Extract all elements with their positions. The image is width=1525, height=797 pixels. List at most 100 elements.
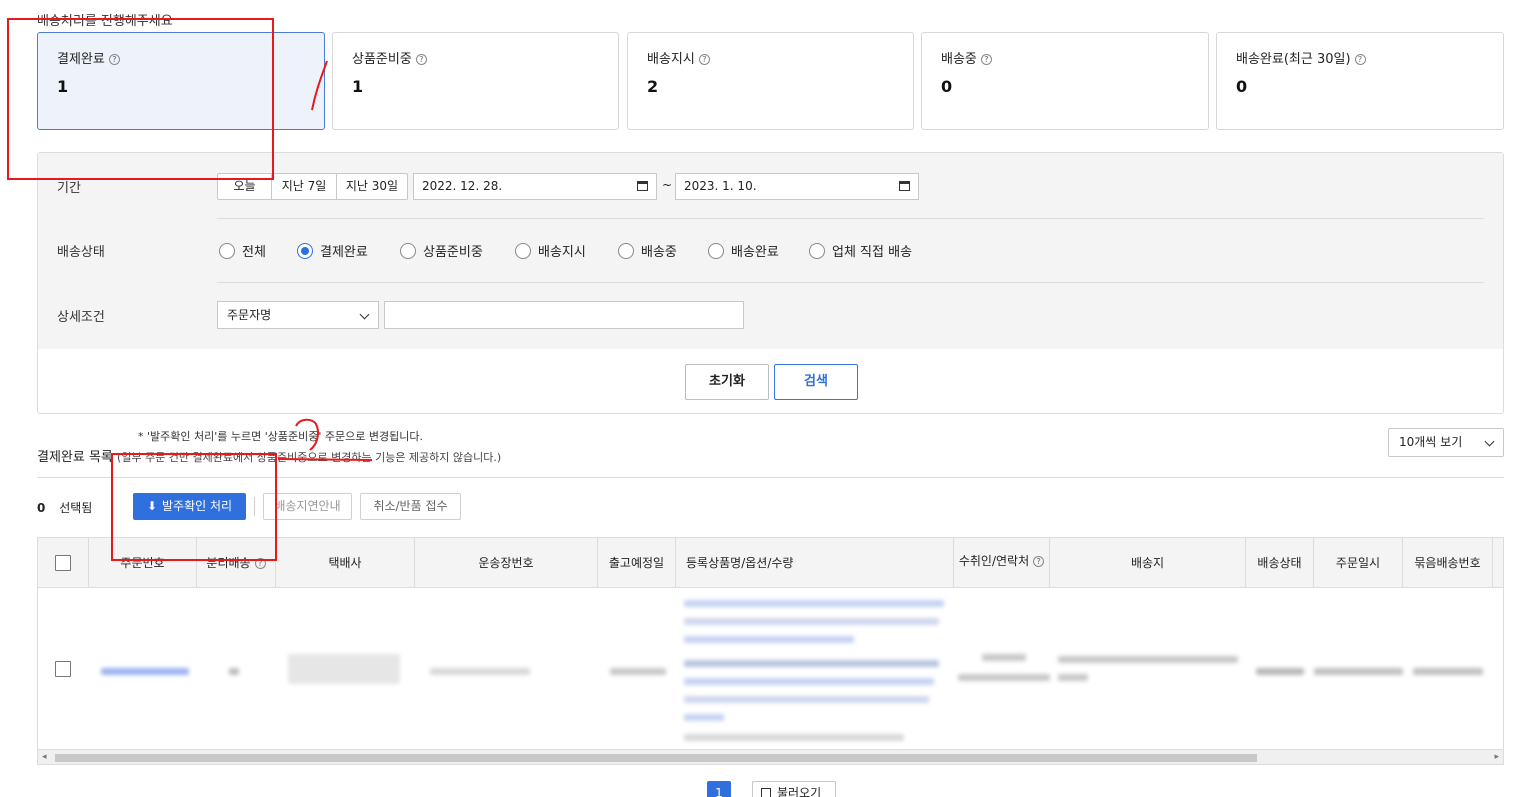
help-icon[interactable]: ? xyxy=(698,54,710,65)
stat-card-in-transit[interactable]: 배송중? 0 xyxy=(921,32,1209,130)
help-icon[interactable]: ? xyxy=(1033,556,1045,567)
detail-label: 상세조건 xyxy=(57,310,105,325)
chevron-down-icon xyxy=(1484,436,1495,447)
bundle-number-value xyxy=(1413,668,1483,675)
radio-label: 전체 xyxy=(242,245,266,260)
stat-value: 0 xyxy=(1236,77,1248,96)
select-all-checkbox[interactable] xyxy=(55,555,71,571)
stat-label: 배송지시 xyxy=(647,52,695,67)
scroll-left-icon[interactable]: ◂ xyxy=(42,752,47,762)
column-header[interactable]: 배송상태 xyxy=(1246,538,1314,588)
stat-card-shipping-instructed[interactable]: 배송지시? 2 xyxy=(627,32,914,130)
column-header[interactable]: 수취인/연락처? xyxy=(954,538,1050,588)
help-icon[interactable]: ? xyxy=(1354,54,1366,65)
stat-card-preparing[interactable]: 상품준비중? 1 xyxy=(332,32,619,130)
status-radio-payment-complete[interactable]: 결제완료 xyxy=(297,241,368,260)
product-line xyxy=(684,636,854,643)
detail-select-value: 주문자명 xyxy=(227,308,272,322)
filter-area: 기간 오늘 지난 7일 지난 30일 2022. 12. 28. ~ 2023.… xyxy=(38,153,1503,349)
column-header[interactable]: 운송장번호 xyxy=(415,538,598,588)
period-7days-button[interactable]: 지난 7일 xyxy=(272,174,337,199)
help-icon[interactable]: ? xyxy=(415,54,427,65)
radio-button[interactable] xyxy=(708,242,724,259)
radio-label: 배송지시 xyxy=(538,245,586,260)
radio-button[interactable] xyxy=(515,242,531,259)
reload-label: 불러오기 xyxy=(777,786,822,797)
cancel-return-button[interactable]: 취소/반품 접수 xyxy=(360,493,461,520)
radio-button[interactable] xyxy=(809,242,825,259)
detail-search-input[interactable] xyxy=(384,301,744,329)
column-header[interactable]: 등록상품명/옵션/수량 xyxy=(676,538,954,588)
per-page-select[interactable]: 10개씩 보기 xyxy=(1388,428,1504,457)
confirm-notice: * '발주확인 처리'를 누르면 '상품준비중' 주문으로 변경됩니다. xyxy=(138,430,423,443)
column-header[interactable]: 택배사 xyxy=(276,538,415,588)
status-radio-direct-delivery[interactable]: 업체 직접 배송 xyxy=(809,241,912,260)
stat-card-delivered[interactable]: 배송완료(최근 30일)? 0 xyxy=(1216,32,1504,130)
calendar-icon[interactable] xyxy=(899,181,910,191)
radio-label: 상품준비중 xyxy=(423,245,483,260)
reset-button[interactable]: 초기화 xyxy=(685,364,769,400)
column-header[interactable]: 배송지 xyxy=(1050,538,1246,588)
radio-label: 배송완료 xyxy=(731,245,779,260)
radio-button[interactable] xyxy=(219,242,235,259)
search-button[interactable]: 검색 xyxy=(774,364,858,400)
product-line xyxy=(684,660,939,667)
status-radio-shipping-instructed[interactable]: 배송지시 xyxy=(515,241,586,260)
product-line xyxy=(684,618,939,625)
address-line xyxy=(1058,674,1088,681)
date-to-value: 2023. 1. 10. xyxy=(684,179,757,193)
status-label: 배송상태 xyxy=(57,245,105,260)
column-header[interactable]: 출고예정일 xyxy=(598,538,676,588)
annotation-box xyxy=(111,453,277,561)
tracking-number-field[interactable] xyxy=(430,668,530,675)
detail-condition-select[interactable]: 주문자명 xyxy=(217,301,379,329)
filter-panel: 기간 오늘 지난 7일 지난 30일 2022. 12. 28. ~ 2023.… xyxy=(37,152,1504,414)
date-from-value: 2022. 12. 28. xyxy=(422,179,503,193)
radio-button[interactable] xyxy=(400,242,416,259)
date-to-field[interactable]: 2023. 1. 10. xyxy=(675,173,919,200)
address-line xyxy=(1058,656,1238,663)
table-row[interactable] xyxy=(38,588,1503,749)
row-checkbox[interactable] xyxy=(55,661,71,677)
status-radio-in-transit[interactable]: 배송중 xyxy=(618,241,677,260)
scrollbar-thumb[interactable] xyxy=(55,754,1257,762)
help-icon[interactable]: ? xyxy=(980,54,992,65)
period-30days-button[interactable]: 지난 30일 xyxy=(337,174,407,199)
ship-date-value xyxy=(610,668,666,675)
column-header[interactable]: 묶음배송번호 xyxy=(1403,538,1493,588)
status-radio-all[interactable]: 전체 xyxy=(219,241,266,260)
product-line xyxy=(684,678,934,685)
horizontal-scrollbar[interactable]: ◂ ▸ xyxy=(38,749,1503,764)
column-header[interactable]: 주문일시 xyxy=(1314,538,1403,588)
status-radio-delivered[interactable]: 배송완료 xyxy=(708,241,779,260)
calendar-icon[interactable] xyxy=(637,181,648,191)
courier-select[interactable] xyxy=(288,654,400,684)
date-from-field[interactable]: 2022. 12. 28. xyxy=(413,173,657,200)
stat-value: 2 xyxy=(647,77,659,96)
reload-icon xyxy=(761,788,771,797)
date-range-tilde: ~ xyxy=(662,178,673,192)
radio-button[interactable] xyxy=(618,242,634,259)
list-title-text: 결제완료 목록 xyxy=(37,450,113,465)
selected-count-label: 선택됨 xyxy=(59,501,93,515)
reload-button[interactable]: 불러오기 xyxy=(752,781,836,797)
radio-label: 배송중 xyxy=(641,245,677,260)
radio-button[interactable] xyxy=(297,242,313,259)
header-checkbox-cell xyxy=(38,538,89,588)
pagination-current-page[interactable]: 1 xyxy=(707,781,731,797)
scroll-right-icon[interactable]: ▸ xyxy=(1494,752,1499,762)
product-line xyxy=(684,696,929,703)
column-header-label: 수취인/연락처 xyxy=(958,554,1030,568)
order-datetime-value xyxy=(1314,668,1403,675)
stat-label: 배송완료(최근 30일) xyxy=(1236,52,1351,67)
status-radio-preparing[interactable]: 상품준비중 xyxy=(400,241,483,260)
per-page-value: 10개씩 보기 xyxy=(1399,435,1463,449)
split-shipping-value xyxy=(229,668,239,675)
delivery-status-value xyxy=(1256,668,1304,675)
selected-count: 0 선택됨 xyxy=(37,499,92,516)
chevron-down-icon xyxy=(359,309,370,320)
radio-label: 결제완료 xyxy=(320,245,368,260)
divider xyxy=(217,218,1484,219)
order-number-link[interactable] xyxy=(101,668,189,675)
divider xyxy=(217,282,1484,283)
